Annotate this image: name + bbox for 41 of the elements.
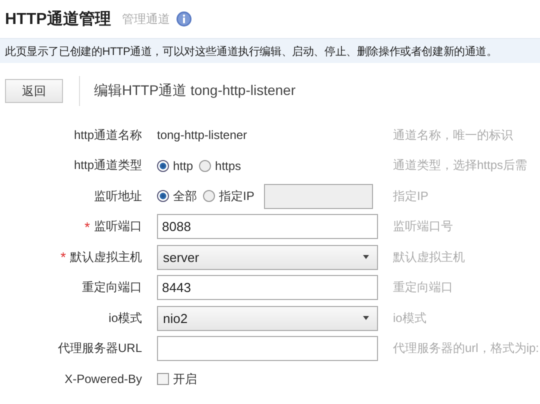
dropdown[interactable]: nio2 xyxy=(157,306,378,331)
field-value: tong-http-listener xyxy=(157,128,248,142)
field-label: io模式 xyxy=(108,310,142,327)
input-field[interactable]: 8088 xyxy=(157,214,378,240)
field-label: 监听地址 xyxy=(94,188,142,205)
option-label: 全部 xyxy=(173,188,197,205)
option-label: 开启 xyxy=(173,370,197,388)
edit-heading: 编辑HTTP通道 tong-http-listener xyxy=(94,82,296,100)
checkbox[interactable] xyxy=(157,373,169,386)
field-label: http通道名称 xyxy=(74,126,142,144)
caret-icon xyxy=(363,255,369,260)
field-hint: 监听端口号 xyxy=(393,218,453,236)
option-label: 指定IP xyxy=(219,188,254,205)
required-mark: * xyxy=(84,218,90,235)
option-label: http xyxy=(173,158,194,173)
info-icon[interactable] xyxy=(176,11,192,27)
field-hint: 通道名称，唯一的标识 xyxy=(393,126,513,144)
field-hint: 重定向端口 xyxy=(393,279,453,296)
option-label: https xyxy=(215,158,242,173)
field-hint: 指定IP xyxy=(393,188,428,205)
page-title: HTTP通道管理 xyxy=(5,9,111,30)
caret-icon xyxy=(363,316,369,320)
field-label: 代理服务器URL xyxy=(58,340,142,358)
page-subtitle: 管理通道 xyxy=(122,10,170,28)
field-label: 监听端口 xyxy=(94,218,142,236)
field-label: http通道类型 xyxy=(74,157,142,174)
radio-button[interactable] xyxy=(199,160,212,172)
field-hint: io模式 xyxy=(393,310,426,327)
dropdown[interactable]: server xyxy=(157,244,378,270)
field-hint: 默认虚拟主机 xyxy=(393,248,465,266)
field-label: 重定向端口 xyxy=(82,279,142,296)
input-field[interactable] xyxy=(157,336,378,362)
notice-text: 此页显示了已创建的HTTP通道，可以对这些通道执行编辑、启动、停止、删除操作或者创建新的通道。 xyxy=(5,44,498,58)
field-hint: 代理服务器的url，格式为ip: xyxy=(393,340,540,358)
input-field[interactable]: 8443 xyxy=(157,275,378,300)
back-button[interactable]: 返回 xyxy=(5,79,63,103)
radio-button[interactable] xyxy=(157,160,169,172)
field-label: X-Powered-By xyxy=(64,372,142,386)
field-label: 默认虚拟主机 xyxy=(70,248,142,266)
required-mark: * xyxy=(60,249,66,266)
field-hint: 通道类型，选择https后需 xyxy=(393,157,528,174)
